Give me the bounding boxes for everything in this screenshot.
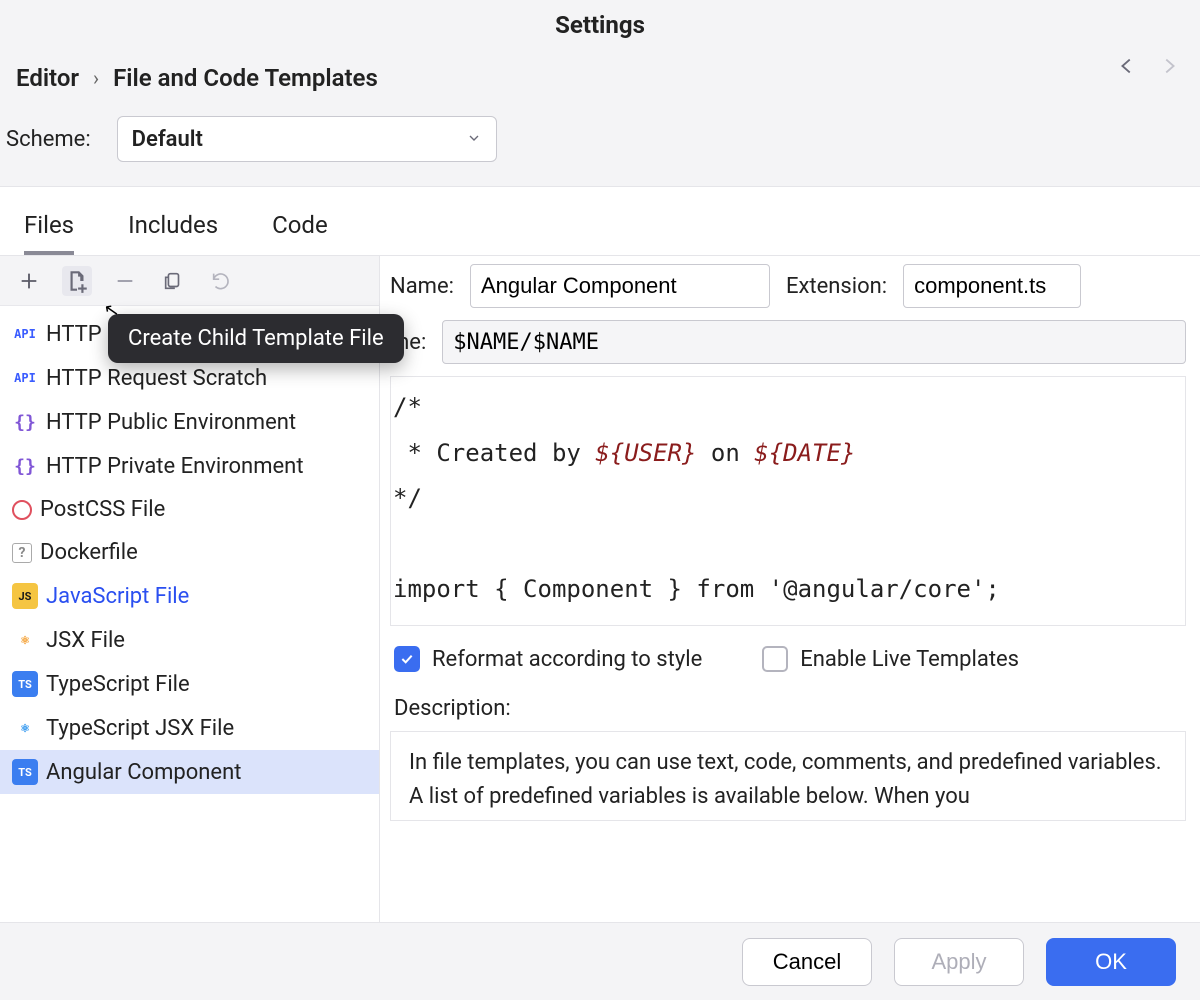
tab-includes[interactable]: Includes xyxy=(128,211,218,255)
remove-template-button[interactable] xyxy=(110,266,140,296)
name-ext-row: Name: Extension: xyxy=(390,264,1186,308)
template-item[interactable]: JSJavaScript File xyxy=(0,574,379,618)
nav-arrows xyxy=(1116,55,1180,77)
tooltip-create-child: Create Child Template File xyxy=(108,314,404,363)
scheme-label: Scheme: xyxy=(6,127,91,152)
cancel-button[interactable]: Cancel xyxy=(742,938,872,986)
window-title: Settings xyxy=(555,11,645,39)
template-list-pane: ↖ Create Child Template File APIHTTP Req… xyxy=(0,256,380,922)
postcss-icon xyxy=(12,500,32,520)
description-label: Description: xyxy=(390,692,1186,731)
template-item[interactable]: {}HTTP Public Environment xyxy=(0,400,379,444)
template-extension-input[interactable] xyxy=(903,264,1081,308)
extension-label: Extension: xyxy=(786,274,887,299)
tab-files[interactable]: Files xyxy=(24,211,74,255)
back-icon[interactable] xyxy=(1116,55,1138,77)
api-icon: API xyxy=(12,321,38,347)
template-item[interactable]: ⚛TypeScript JSX File xyxy=(0,706,379,750)
template-list[interactable]: APIHTTP Request APIHTTP Request Scratch … xyxy=(0,306,379,922)
description-text: In file templates, you can use text, cod… xyxy=(390,731,1186,821)
title-bar: Settings xyxy=(0,0,1200,50)
template-item[interactable]: ?Dockerfile xyxy=(0,531,379,574)
template-code-editor[interactable]: /* * Created by ${USER} on ${DATE} */ im… xyxy=(390,376,1186,626)
template-toolbar xyxy=(0,256,379,306)
name-label: Name: xyxy=(390,274,454,299)
breadcrumb: Editor › File and Code Templates xyxy=(0,50,1200,116)
tabs: Files Includes Code xyxy=(0,187,1200,255)
ts-icon: TS xyxy=(12,759,38,785)
template-name-input[interactable] xyxy=(470,264,770,308)
ts-icon: TS xyxy=(12,671,38,697)
template-item[interactable]: TSTypeScript File xyxy=(0,662,379,706)
reformat-checkbox[interactable]: Reformat according to style xyxy=(394,646,702,672)
template-item[interactable]: PostCSS File xyxy=(0,488,379,531)
breadcrumb-separator-icon: › xyxy=(93,66,99,90)
scheme-row: Scheme: Default xyxy=(0,116,1200,187)
checkbox-unchecked-icon xyxy=(762,646,788,672)
forward-icon[interactable] xyxy=(1158,55,1180,77)
breadcrumb-root[interactable]: Editor xyxy=(16,64,79,92)
options-row: Reformat according to style Enable Live … xyxy=(390,626,1186,692)
unknown-file-icon: ? xyxy=(12,543,32,563)
template-item[interactable]: {}HTTP Private Environment xyxy=(0,444,379,488)
scheme-select[interactable]: Default xyxy=(117,116,497,162)
js-icon: JS xyxy=(12,583,38,609)
template-item[interactable]: ⚛JSX File xyxy=(0,618,379,662)
react-icon: ⚛ xyxy=(12,715,38,741)
tab-code[interactable]: Code xyxy=(272,211,328,255)
revert-button[interactable] xyxy=(206,266,236,296)
copy-template-button[interactable] xyxy=(158,266,188,296)
add-template-button[interactable] xyxy=(14,266,44,296)
chevron-down-icon xyxy=(466,127,482,152)
braces-icon: {} xyxy=(12,409,38,435)
create-child-button[interactable] xyxy=(62,266,92,296)
body: ↖ Create Child Template File APIHTTP Req… xyxy=(0,255,1200,922)
filename-row: me: xyxy=(390,320,1186,364)
template-item-selected[interactable]: TSAngular Component xyxy=(0,750,379,794)
ok-button[interactable]: OK xyxy=(1046,938,1176,986)
apply-button[interactable]: Apply xyxy=(894,938,1024,986)
settings-window: Settings Editor › File and Code Template… xyxy=(0,0,1200,1000)
scheme-value: Default xyxy=(132,127,203,152)
dialog-button-bar: Cancel Apply OK xyxy=(0,922,1200,1000)
braces-icon: {} xyxy=(12,453,38,479)
react-icon: ⚛ xyxy=(12,627,38,653)
template-detail-pane: Name: Extension: me: /* * Created by ${U… xyxy=(380,256,1200,922)
file-name-input[interactable] xyxy=(442,320,1186,364)
checkbox-checked-icon xyxy=(394,646,420,672)
breadcrumb-current: File and Code Templates xyxy=(113,64,378,92)
api-icon: API xyxy=(12,365,38,391)
live-templates-checkbox[interactable]: Enable Live Templates xyxy=(762,646,1019,672)
